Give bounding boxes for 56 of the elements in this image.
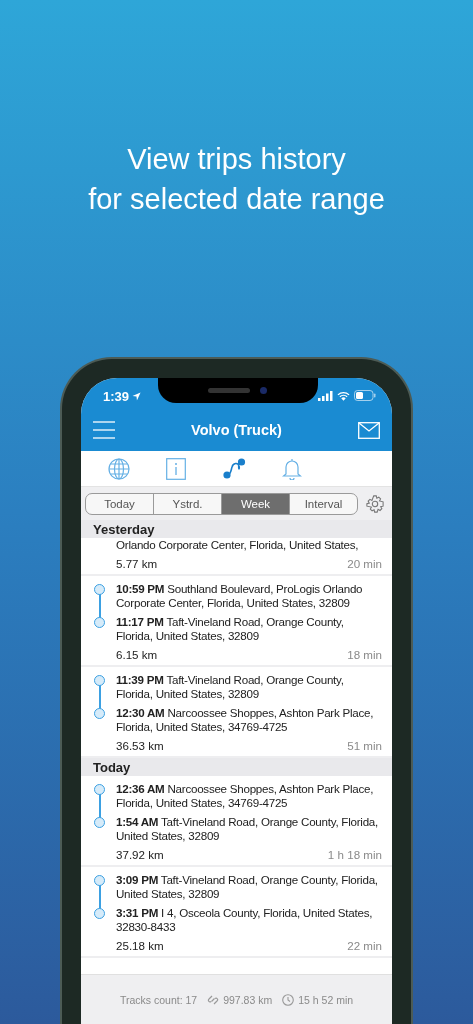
trip-row[interactable]: 10:59 PM Southland Boulevard, ProLogis Orlando Corporate Center, Florida, United States, 32809 11:17 PM Taft-Vineland Road, Orange County, Florida, United States, 32809 6.15 km 18 min (81, 576, 392, 667)
trip-distance: 25.18 km (116, 939, 164, 952)
stop-address: 11:17 PM Taft-Vineland Road, Orange County, Florida, United States, 32809 (116, 615, 344, 642)
mail-icon[interactable] (358, 421, 380, 439)
stop-address: 1:54 AM Taft-Vineland Road, Orange County, Florida, United States, 32809 (116, 815, 378, 842)
stop-address: 3:09 PM Taft-Vineland Road, Orange County, Florida, United States, 32809 (116, 873, 378, 900)
screen-title: Volvo (Truck) (191, 422, 282, 438)
period-tab[interactable]: Interval (289, 493, 357, 514)
route-point-icon (93, 616, 105, 628)
trip-distance: 6.15 km (116, 648, 158, 661)
stop-address: 11:39 PM Taft-Vineland Road, Orange County, Florida, United States, 32809 (116, 673, 344, 700)
period-tab[interactable]: Today (86, 493, 153, 514)
clock-icon (282, 993, 295, 1006)
globe-tab[interactable] (108, 457, 130, 480)
trip-duration: 1 h 18 min (327, 848, 382, 861)
trip-distance: 37.92 km (116, 848, 164, 861)
headline-text: View trips history (127, 142, 346, 177)
route-point-icon (93, 707, 105, 719)
status-time: 1:39 (103, 389, 130, 404)
location-arrow-icon (132, 392, 142, 401)
stop-address: 3:31 PM I 4, Osceola County, Florida, United States, 32830-8433 (116, 906, 373, 933)
settings-icon[interactable] (366, 494, 384, 513)
menu-icon[interactable] (93, 421, 115, 439)
headline-text: for selected date range (88, 182, 385, 217)
total-distance: 997.83 km (223, 993, 273, 1006)
info-tab[interactable] (166, 457, 186, 480)
route-tab[interactable] (222, 457, 246, 480)
battery-icon (354, 390, 376, 401)
trip-distance: 5.77 km (116, 557, 158, 570)
route-point-icon (93, 674, 105, 686)
trip-duration: 22 min (347, 939, 382, 952)
signal-icon (318, 390, 333, 401)
stop-address: 10:59 PM Southland Boulevard, ProLogis Orlando Corporate Center, Florida, United States, 32809 (116, 582, 363, 609)
route-point-icon (93, 907, 105, 919)
trip-duration: 18 min (347, 648, 382, 661)
period-tab[interactable]: Week (221, 493, 289, 514)
tracks-count: Tracks count: 17 (119, 993, 198, 1006)
trip-distance: 36.53 km (116, 739, 164, 752)
trip-row[interactable]: 12:36 AM Narcoossee Shoppes, Ashton Park Place, Florida, United States, 34769-4725 1:54 AM Taft-Vineland Road, Orange County, Florida, United States, 32809 37.92 km 1 h 18 min (81, 776, 392, 867)
route-point-icon (93, 874, 105, 886)
stop-address: 12:36 AM Narcoossee Shoppes, Ashton Park Place, Florida, United States, 34769-4725 (116, 782, 374, 809)
stop-address: Orlando Corporate Center, Florida, United States, (116, 538, 359, 551)
route-point-icon (93, 783, 105, 795)
total-duration: 15 h 52 min (298, 993, 354, 1006)
trip-row[interactable]: 3:09 PM Taft-Vineland Road, Orange County, Florida, United States, 32809 3:31 PM I 4, Osceola County, Florida, United States, 32830-8433 25.18 km 22 min (81, 867, 392, 958)
bell-tab[interactable] (282, 457, 302, 480)
stop-address: 12:30 AM Narcoossee Shoppes, Ashton Park Place, Florida, United States, 34769-4725 (116, 706, 374, 733)
route-point-icon (93, 583, 105, 595)
section-header: Today (81, 758, 392, 776)
section-header: Yesterday (81, 520, 392, 538)
trip-row[interactable]: Orlando Corporate Center, Florida, United States, 5.77 km 20 min (81, 538, 392, 576)
wifi-icon (337, 390, 350, 401)
link-icon (207, 993, 220, 1006)
route-point-icon (93, 816, 105, 828)
trip-duration: 20 min (347, 557, 382, 570)
trip-duration: 51 min (347, 739, 382, 752)
